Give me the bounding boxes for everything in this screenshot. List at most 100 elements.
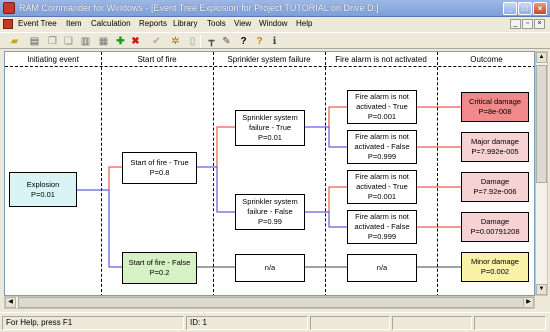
node-probability: P=0.01 — [258, 133, 282, 142]
close-button[interactable]: × — [533, 2, 547, 15]
vertical-scrollbar[interactable]: ▲ ▼ — [535, 51, 548, 296]
sprinkler-true-alarm-false-wire — [305, 126, 347, 148]
grid-icon[interactable]: ▦ — [97, 35, 110, 48]
context-help-icon[interactable]: ? — [237, 35, 250, 48]
menu-reports[interactable]: Reports — [139, 19, 167, 28]
menu-tools[interactable]: Tools — [207, 19, 226, 28]
document-icon[interactable] — [3, 19, 13, 29]
horizontal-scroll-thumb[interactable] — [18, 297, 526, 308]
paste-icon[interactable]: ❏ — [62, 35, 75, 48]
node-label: activated - False — [354, 142, 410, 151]
horizontal-scrollbar[interactable]: ◀ ▶ — [4, 296, 535, 309]
node-sprinkler-na[interactable]: n/a — [235, 254, 305, 282]
document-icon[interactable]: ▯ — [186, 35, 199, 48]
node-probability: P=0.00791208 — [470, 227, 520, 236]
node-label: Damage — [480, 217, 510, 226]
node-label: failure - True — [248, 123, 292, 132]
scroll-left-arrow-icon[interactable]: ◀ — [5, 297, 16, 308]
minimize-button[interactable]: _ — [503, 2, 517, 15]
node-probability: P=0.001 — [367, 112, 397, 121]
node-alarm-4[interactable]: Fire alarm is not activated - False P=0.… — [347, 210, 417, 244]
node-label: Explosion — [26, 179, 60, 189]
node-outcome-damage-2[interactable]: Damage P=0.00791208 — [461, 212, 529, 242]
explosion-false-wire — [77, 189, 122, 268]
node-alarm-2[interactable]: Fire alarm is not activated - False P=0.… — [347, 130, 417, 164]
node-probability: P=0.01 — [31, 189, 55, 199]
vertical-scroll-thumb[interactable] — [536, 65, 547, 183]
sprinkler-true-alarm-true-wire — [305, 106, 347, 128]
save-icon[interactable]: ▥ — [79, 35, 92, 48]
add-icon[interactable]: ✚ — [114, 35, 127, 48]
node-alarm-na[interactable]: n/a — [347, 254, 417, 282]
check-icon[interactable]: ✔ — [150, 35, 163, 48]
info-icon[interactable]: ℹ — [268, 35, 281, 48]
menu-bar: Event Tree Item Calculation Reports Libr… — [0, 17, 550, 31]
title-bar: RAM Commander for Windows - [Event Tree … — [0, 0, 550, 17]
node-label: Sprinkler system — [242, 197, 298, 206]
menu-item[interactable]: Item — [66, 19, 82, 28]
node-outcome-major[interactable]: Major damage P=7.992e-005 — [461, 132, 529, 162]
node-probability: P=0.999 — [367, 232, 397, 241]
node-label: Damage — [480, 177, 510, 186]
node-probability: P=0.99 — [258, 217, 282, 226]
open-folder-icon[interactable]: ▰ — [8, 35, 21, 48]
menu-help[interactable]: Help — [296, 19, 312, 28]
tree-icon[interactable]: ┳ — [205, 35, 218, 48]
scroll-up-arrow-icon[interactable]: ▲ — [536, 52, 547, 63]
fire-false-wire — [197, 166, 235, 213]
sprinkler-false-alarm-true-wire — [305, 186, 347, 213]
node-probability: P=0.8 — [149, 168, 170, 177]
print-icon[interactable]: ▤ — [28, 35, 41, 48]
node-sprinkler-true[interactable]: Sprinkler system failure - True P=0.01 — [235, 110, 305, 146]
node-outcome-minor[interactable]: Minor damage P=0.002 — [461, 252, 529, 282]
node-alarm-1[interactable]: Fire alarm is not activated - True P=0.0… — [347, 90, 417, 124]
calculate-icon[interactable]: ✲ — [169, 35, 182, 48]
node-probability: P=7.92e-006 — [473, 187, 517, 196]
scroll-right-arrow-icon[interactable]: ▶ — [523, 297, 534, 308]
scroll-down-arrow-icon[interactable]: ▼ — [536, 284, 547, 295]
maximize-button[interactable]: □ — [518, 2, 532, 15]
node-label: activated - True — [356, 102, 408, 111]
node-label: Start of fire - True — [130, 158, 189, 167]
edit-icon[interactable]: ✎ — [220, 35, 233, 48]
menu-view[interactable]: View — [234, 19, 251, 28]
menu-window[interactable]: Window — [259, 19, 287, 28]
node-sprinkler-false[interactable]: Sprinkler system failure - False P=0.99 — [235, 194, 305, 230]
node-probability: P=0.001 — [367, 192, 397, 201]
delete-icon[interactable]: ✖ — [129, 35, 142, 48]
mdi-minimize-button[interactable]: _ — [510, 19, 521, 29]
help-icon[interactable]: ? — [253, 35, 266, 48]
node-label: Fire alarm is not — [355, 172, 409, 181]
node-probability: P=7.992e-005 — [471, 147, 519, 156]
node-alarm-3[interactable]: Fire alarm is not activated - True P=0.0… — [347, 170, 417, 204]
node-fire-false[interactable]: Start of fire - False P=0.2 — [122, 252, 197, 284]
node-outcome-damage-1[interactable]: Damage P=7.92e-006 — [461, 172, 529, 202]
node-label: Sprinkler system — [242, 113, 298, 122]
mdi-close-button[interactable]: × — [534, 19, 545, 29]
node-explosion[interactable]: Explosion P=0.01 — [9, 172, 77, 207]
node-label: failure - False — [247, 207, 293, 216]
event-tree-canvas[interactable]: Initiating event Start of fire Sprinkler… — [4, 51, 535, 296]
node-label: Fire alarm is not — [355, 132, 409, 141]
node-label: activated - True — [356, 182, 408, 191]
status-help-text: For Help, press F1 — [2, 316, 184, 330]
explosion-true-wire — [77, 166, 122, 191]
menu-calculation[interactable]: Calculation — [91, 19, 131, 28]
app-icon[interactable] — [3, 2, 15, 14]
menu-library[interactable]: Library — [173, 19, 197, 28]
node-label: n/a — [376, 263, 388, 272]
node-probability: P=8e-008 — [478, 107, 512, 116]
status-pane — [474, 316, 546, 330]
copy-icon[interactable]: ❐ — [46, 35, 59, 48]
node-label: Major damage — [471, 137, 519, 146]
mdi-restore-button[interactable]: ▫ — [522, 19, 533, 29]
menu-event-tree[interactable]: Event Tree — [18, 19, 57, 28]
node-probability: P=0.002 — [480, 267, 510, 276]
node-label: Start of fire - False — [128, 258, 191, 267]
node-fire-true[interactable]: Start of fire - True P=0.8 — [122, 152, 197, 184]
node-outcome-critical[interactable]: Critical damage P=8e-008 — [461, 92, 529, 122]
toolbar: ▰ ▤ ❐ ❏ ▥ ▦ ✚ ✖ ✔ ✲ ▯ ┳ ✎ ? ? ℹ — [0, 32, 550, 49]
node-label: Fire alarm is not — [355, 212, 409, 221]
status-pane — [392, 316, 472, 330]
toolbar-separator — [200, 35, 201, 48]
